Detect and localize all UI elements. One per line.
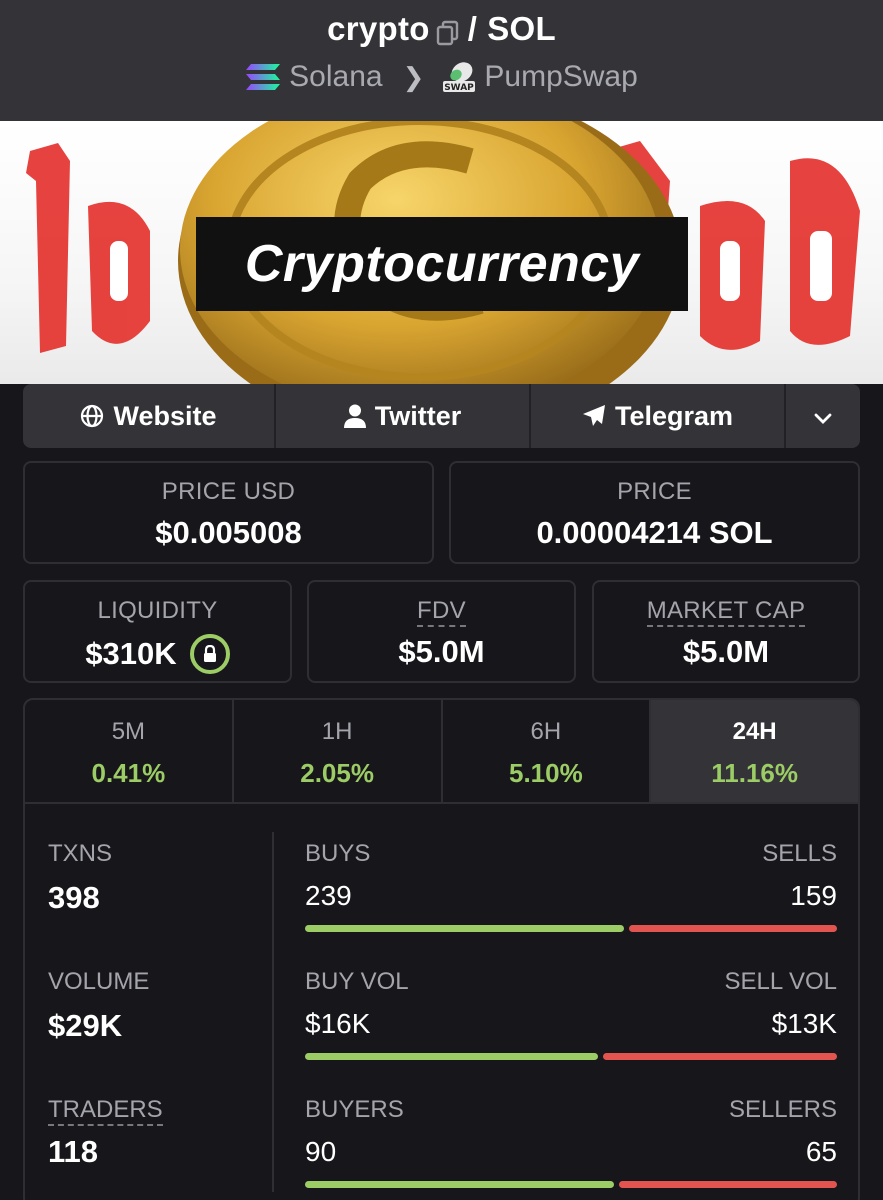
price-change: 5.10%	[509, 758, 583, 788]
buy-vol-value: $16K	[305, 1008, 371, 1039]
fdv-value: $5.0M	[398, 634, 485, 669]
chevron-down-icon	[814, 401, 832, 432]
price-change: 11.16%	[711, 758, 798, 788]
traders-ratio-bar	[305, 1181, 837, 1188]
solana-logo-icon	[245, 63, 281, 91]
tab-6h[interactable]: 6H 5.10%	[443, 700, 652, 802]
volume-stat: VOLUME $29K	[48, 968, 149, 1044]
price-native-card: PRICE 0.00004214 SOL	[449, 461, 860, 564]
chain-link[interactable]: Solana	[289, 60, 382, 94]
banner-caption: Cryptocurrency	[196, 217, 688, 311]
more-links-button[interactable]	[786, 384, 860, 448]
tab-5m[interactable]: 5M 0.41%	[25, 700, 234, 802]
buys-label: BUYS	[305, 840, 371, 867]
traders-value: 118	[48, 1134, 99, 1169]
buys-value: 239	[305, 880, 352, 911]
buys-bar	[305, 925, 625, 932]
tab-1h[interactable]: 1H 2.05%	[234, 700, 443, 802]
sells-bar	[629, 925, 837, 932]
liquidity-card: LIQUIDITY $310K	[23, 580, 292, 683]
chevron-right-icon: ❯	[402, 61, 425, 92]
website-label: Website	[113, 400, 217, 431]
globe-icon	[80, 404, 104, 428]
fdv-card: FDV $5.0M	[307, 580, 576, 683]
sellers-bar	[618, 1181, 837, 1188]
lock-icon[interactable]	[189, 634, 230, 674]
sellers-label: SELLERS	[728, 1096, 837, 1123]
buyers-sellers-stat: BUYERS SELLERS 90 65	[305, 1096, 837, 1188]
sellers-value: 65	[805, 1136, 837, 1167]
sell-vol-bar	[602, 1053, 837, 1060]
buyers-value: 90	[305, 1136, 337, 1167]
market-cap-card: MARKET CAP $5.0M	[592, 580, 860, 683]
txns-value: 398	[48, 880, 100, 915]
pair-title: crypto / SOL	[0, 10, 883, 48]
tab-label: 24H	[732, 718, 777, 745]
user-icon	[343, 404, 366, 428]
price-usd-value: $0.005008	[155, 515, 302, 550]
telegram-button[interactable]: Telegram	[531, 384, 786, 448]
price-native-value: 0.00004214 SOL	[536, 515, 773, 550]
dex-link[interactable]: PumpSwap	[484, 60, 637, 94]
price-usd-label: PRICE USD	[161, 478, 296, 505]
buy-sell-volume-stat: BUY VOL SELL VOL $16K $13K	[305, 968, 837, 1060]
stats-divider	[272, 832, 274, 1192]
tab-label: 5M	[111, 718, 146, 745]
volume-label: VOLUME	[48, 968, 150, 995]
breadcrumb: Solana ❯ SWAP PumpSwap	[0, 60, 883, 94]
trade-stats: TXNS 398 VOLUME $29K TRADERS 118 BUYS SE…	[25, 804, 858, 1200]
volume-ratio-bar	[305, 1053, 837, 1060]
price-usd-card: PRICE USD $0.005008	[23, 461, 434, 564]
quote-symbol: SOL	[487, 10, 556, 47]
buyers-label: BUYERS	[305, 1096, 404, 1123]
volume-value: $29K	[48, 1008, 123, 1043]
fdv-label[interactable]: FDV	[417, 597, 466, 627]
paper-plane-icon	[582, 404, 606, 428]
market-cap-value: $5.0M	[682, 634, 770, 669]
token-symbol: crypto	[327, 10, 430, 47]
buy-vol-bar	[305, 1053, 598, 1060]
liquidity-label: LIQUIDITY	[97, 597, 218, 624]
twitter-button[interactable]: Twitter	[276, 384, 531, 448]
copy-icon[interactable]	[436, 16, 460, 46]
pumpswap-logo-icon: SWAP	[442, 60, 476, 94]
buys-sells-stat: BUYS SELLS 239 159	[305, 840, 837, 932]
price-change: 2.05%	[300, 758, 374, 788]
traders-stat: TRADERS 118	[48, 1096, 163, 1170]
timeframe-tabs: 5M 0.41% 1H 2.05% 6H 5.10% 24H 11.16%	[25, 700, 858, 804]
twitter-label: Twitter	[374, 400, 462, 431]
liquidity-value: $310K	[85, 636, 177, 671]
swap-badge-text: SWAP	[445, 83, 475, 93]
timeframe-stats-panel: 5M 0.41% 1H 2.05% 6H 5.10% 24H 11.16% TX…	[23, 698, 860, 1200]
sell-vol-label: SELL VOL	[724, 968, 837, 995]
tab-label: 6H	[530, 718, 562, 745]
buys-sells-ratio-bar	[305, 925, 837, 932]
price-native-label: PRICE	[617, 478, 692, 505]
website-button[interactable]: Website	[23, 384, 276, 448]
buyers-bar	[305, 1181, 614, 1188]
telegram-label: Telegram	[614, 400, 734, 431]
sell-vol-value: $13K	[771, 1008, 837, 1039]
tab-24h[interactable]: 24H 11.16%	[651, 700, 858, 802]
traders-label[interactable]: TRADERS	[48, 1096, 163, 1126]
pair-separator: /	[467, 10, 478, 47]
liquidity-row: $310K	[25, 634, 290, 674]
token-banner-image: Cryptocurrency	[0, 121, 883, 384]
social-links-bar: Website Twitter Telegram	[23, 384, 860, 448]
buy-vol-label: BUY VOL	[305, 968, 409, 995]
market-cap-label[interactable]: MARKET CAP	[646, 597, 806, 627]
sells-label: SELLS	[762, 840, 837, 867]
price-change: 0.41%	[91, 758, 166, 788]
txns-label: TXNS	[48, 840, 113, 867]
sells-value: 159	[790, 880, 837, 911]
txns-stat: TXNS 398	[48, 840, 112, 916]
pair-header: crypto / SOL Solana ❯ SWAP PumpSwap	[0, 0, 883, 121]
tab-label: 1H	[321, 718, 353, 745]
